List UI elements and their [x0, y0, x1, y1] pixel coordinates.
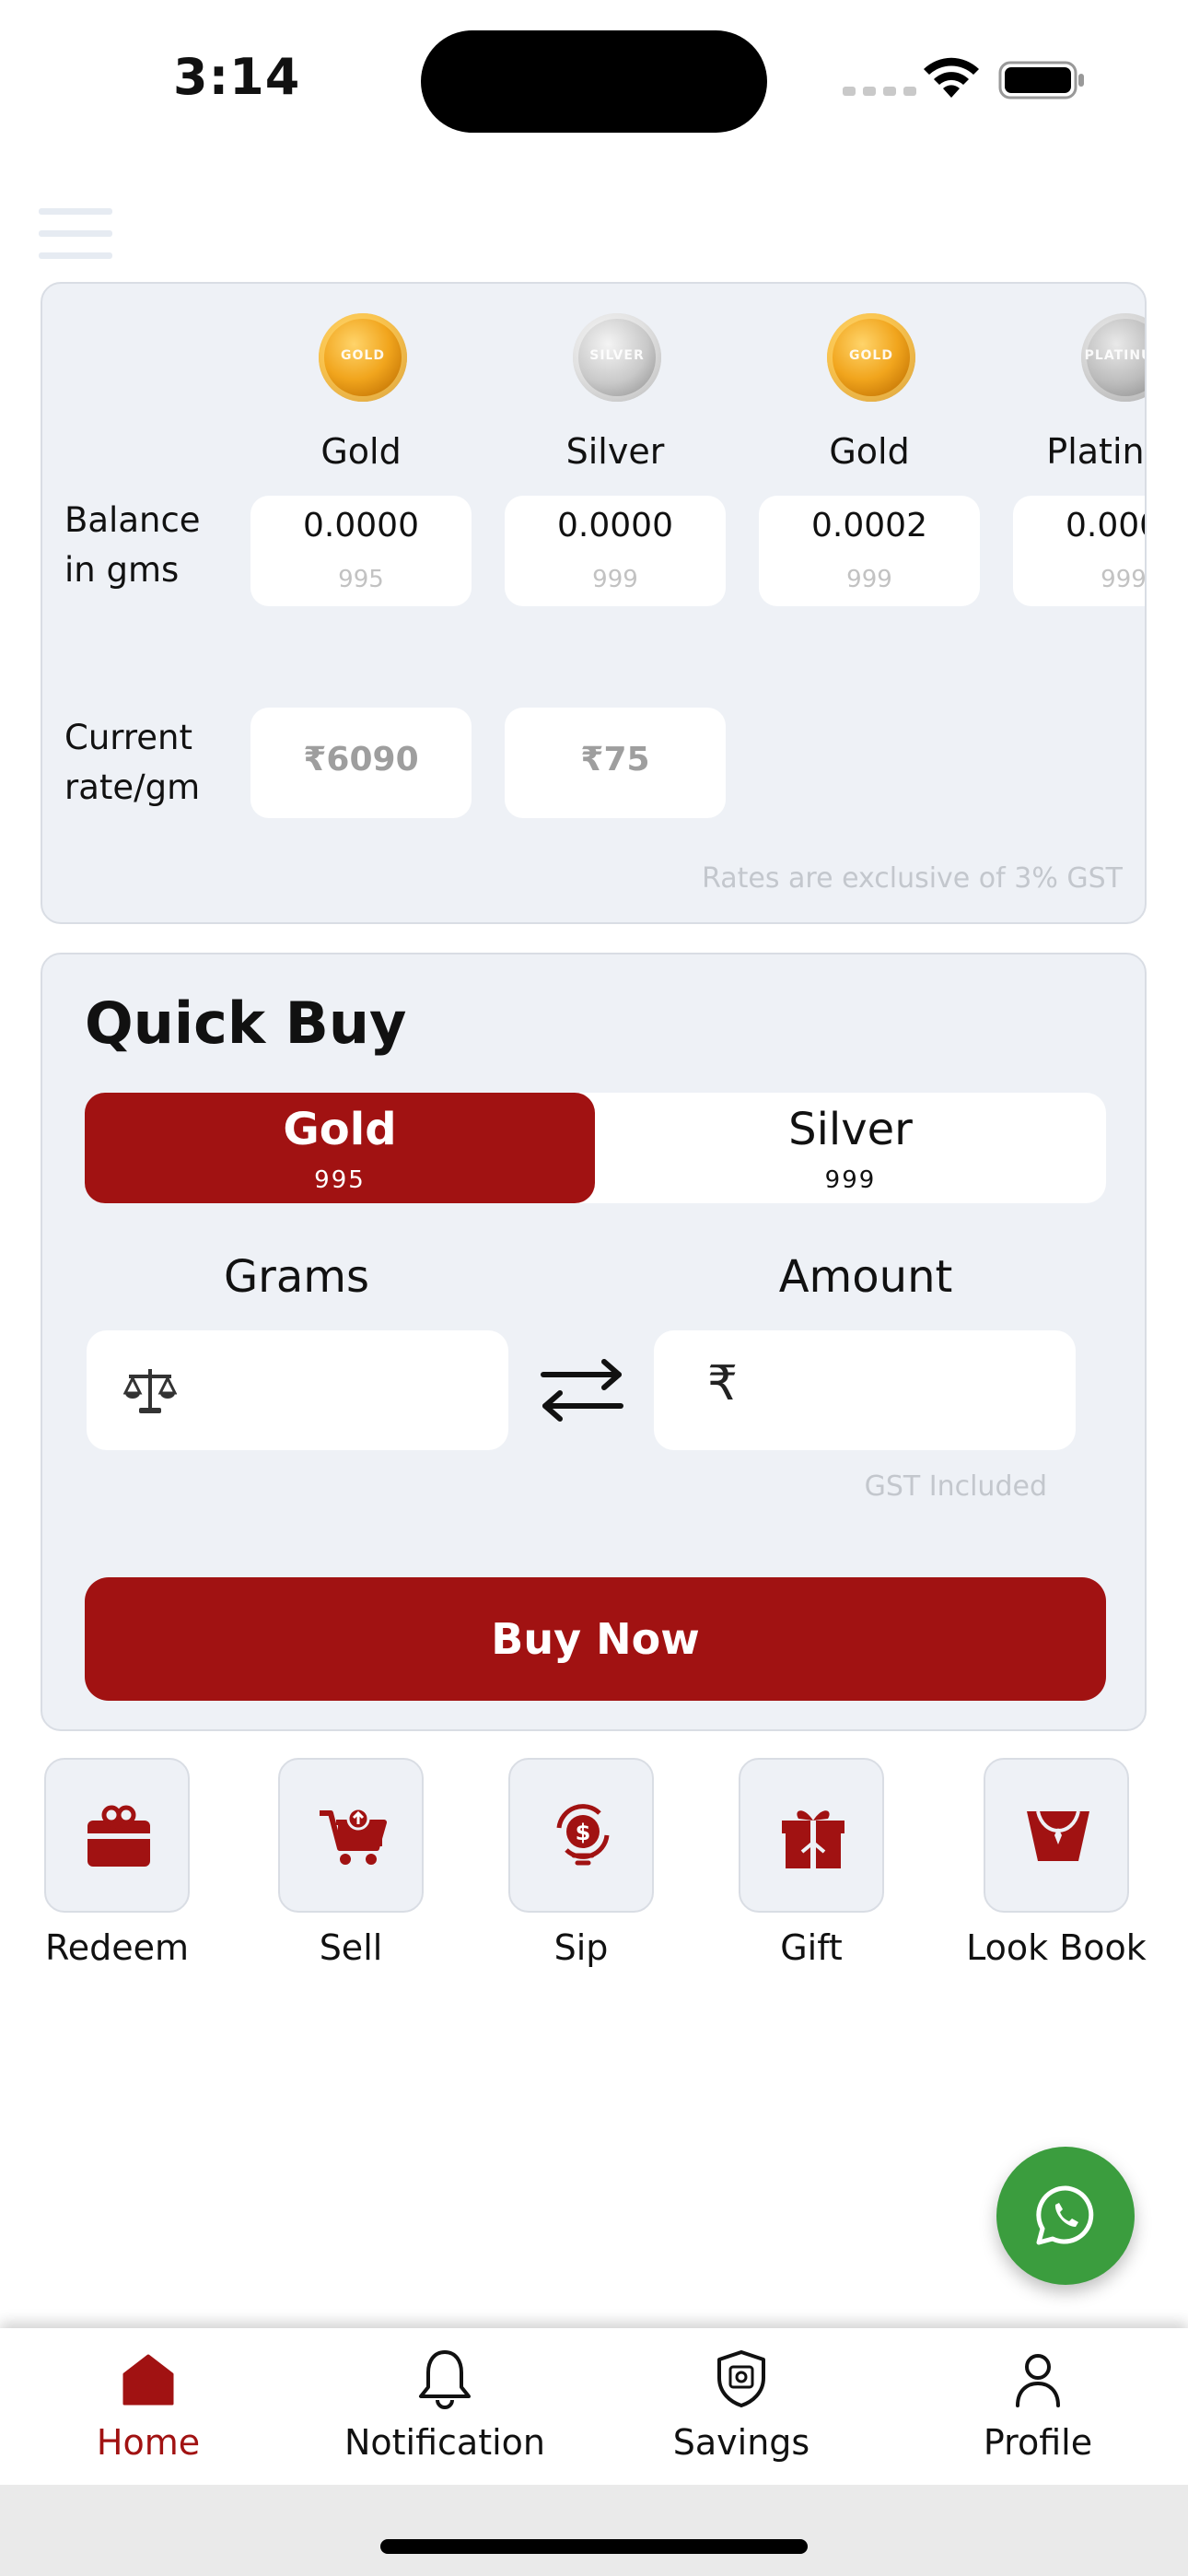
- nav-savings[interactable]: Savings: [593, 2328, 890, 2485]
- quick-buy-title: Quick Buy: [85, 989, 407, 1057]
- bell-icon: [419, 2350, 471, 2409]
- action-label: Sip: [553, 1927, 609, 1968]
- action-label: Redeem: [45, 1927, 189, 1968]
- balance-label: Balance in gms: [64, 500, 201, 590]
- balance-value: 0.0000: [303, 507, 419, 544]
- toggle-gold-button[interactable]: Gold 995: [85, 1093, 595, 1203]
- gst-included-note: GST Included: [864, 1470, 1047, 1503]
- action-label: Sell: [319, 1927, 383, 1968]
- redeem-tile[interactable]: [44, 1758, 190, 1913]
- purity-label: 999: [592, 566, 638, 593]
- metal-name: Platinum: [1046, 431, 1145, 472]
- balance-box: 0.0000 999: [505, 496, 726, 606]
- rate-value: ₹75: [580, 741, 650, 779]
- grams-input[interactable]: [179, 1358, 483, 1423]
- necklace-icon: [1027, 1810, 1089, 1861]
- sip-tile[interactable]: $: [508, 1758, 654, 1913]
- buy-now-button[interactable]: Buy Now: [85, 1577, 1106, 1701]
- rate-box: ₹75: [505, 708, 726, 818]
- balance-card: Balance in gms Current rate/gm GOLD Gold…: [41, 282, 1147, 924]
- platinum-coin-icon: PLATINUM: [1081, 313, 1145, 402]
- balance-box: 0.0000 999: [1013, 496, 1147, 606]
- metal-name: Gold: [829, 431, 910, 472]
- home-indicator-area: [0, 2485, 1188, 2576]
- balance-value: 0.0000: [1066, 507, 1145, 544]
- cart-icon: [320, 1807, 387, 1865]
- menu-icon[interactable]: [39, 208, 112, 260]
- balance-box: 0.0002 999: [759, 496, 980, 606]
- balance-value: 0.0000: [557, 507, 673, 544]
- metal-toggle: Gold 995 Silver 999: [85, 1093, 1106, 1203]
- purity-label: 999: [1101, 566, 1147, 593]
- nav-profile[interactable]: Profile: [890, 2328, 1186, 2485]
- metal-name: Silver: [565, 431, 665, 472]
- rupee-icon: ₹: [707, 1356, 739, 1411]
- sell-tile[interactable]: [278, 1758, 424, 1913]
- nav-notification[interactable]: Notification: [297, 2328, 593, 2485]
- redeem-icon: [87, 1805, 150, 1867]
- gold-coin-icon: GOLD: [319, 313, 407, 402]
- home-indicator[interactable]: [380, 2539, 808, 2554]
- whatsapp-icon: [1036, 2185, 1094, 2245]
- rate-box: ₹6090: [250, 708, 472, 818]
- whatsapp-button[interactable]: [996, 2147, 1135, 2285]
- balance-box: 0.0000 995: [250, 496, 472, 606]
- gift-tile[interactable]: [739, 1758, 884, 1913]
- grams-label: Grams: [223, 1251, 370, 1303]
- purity-label: 995: [338, 566, 384, 593]
- dynamic-island: [421, 30, 767, 133]
- gift-icon: [782, 1810, 844, 1868]
- user-icon: [1016, 2354, 1060, 2407]
- battery-icon: [998, 61, 1084, 100]
- grams-field[interactable]: [87, 1330, 508, 1450]
- look-book-tile[interactable]: [984, 1758, 1129, 1913]
- metal-name: Gold: [320, 431, 402, 472]
- balance-value: 0.0002: [811, 507, 927, 544]
- swap-icon[interactable]: [538, 1356, 626, 1424]
- scale-icon: [123, 1369, 177, 1413]
- wifi-icon: [924, 57, 979, 98]
- bottom-nav: Home Notification Savings Profile: [0, 2328, 1188, 2485]
- amount-field[interactable]: ₹: [654, 1330, 1076, 1450]
- action-label: Look Book: [966, 1927, 1147, 1968]
- gst-note: Rates are exclusive of 3% GST: [702, 862, 1123, 895]
- quick-buy-card: Quick Buy Gold 995 Silver 999 Grams Amou…: [41, 953, 1147, 1731]
- shield-icon: [717, 2350, 765, 2407]
- svg-text:$: $: [576, 1820, 591, 1845]
- home-icon: [122, 2354, 174, 2406]
- rate-value: ₹6090: [303, 741, 419, 779]
- amount-label: Amount: [778, 1251, 953, 1303]
- amount-input[interactable]: [746, 1358, 1050, 1423]
- silver-coin-icon: SILVER: [573, 313, 661, 402]
- action-label: Gift: [780, 1927, 843, 1968]
- sip-icon: $: [556, 1804, 610, 1866]
- toggle-silver-button[interactable]: Silver 999: [595, 1093, 1106, 1203]
- purity-label: 999: [846, 566, 892, 593]
- status-bar: 3:14: [0, 0, 1188, 138]
- cellular-signal-icon: [843, 87, 916, 96]
- rate-label: Current rate/gm: [64, 718, 201, 807]
- gold-coin-icon: GOLD: [827, 313, 915, 402]
- nav-home[interactable]: Home: [0, 2328, 297, 2485]
- status-time: 3:14: [173, 48, 301, 106]
